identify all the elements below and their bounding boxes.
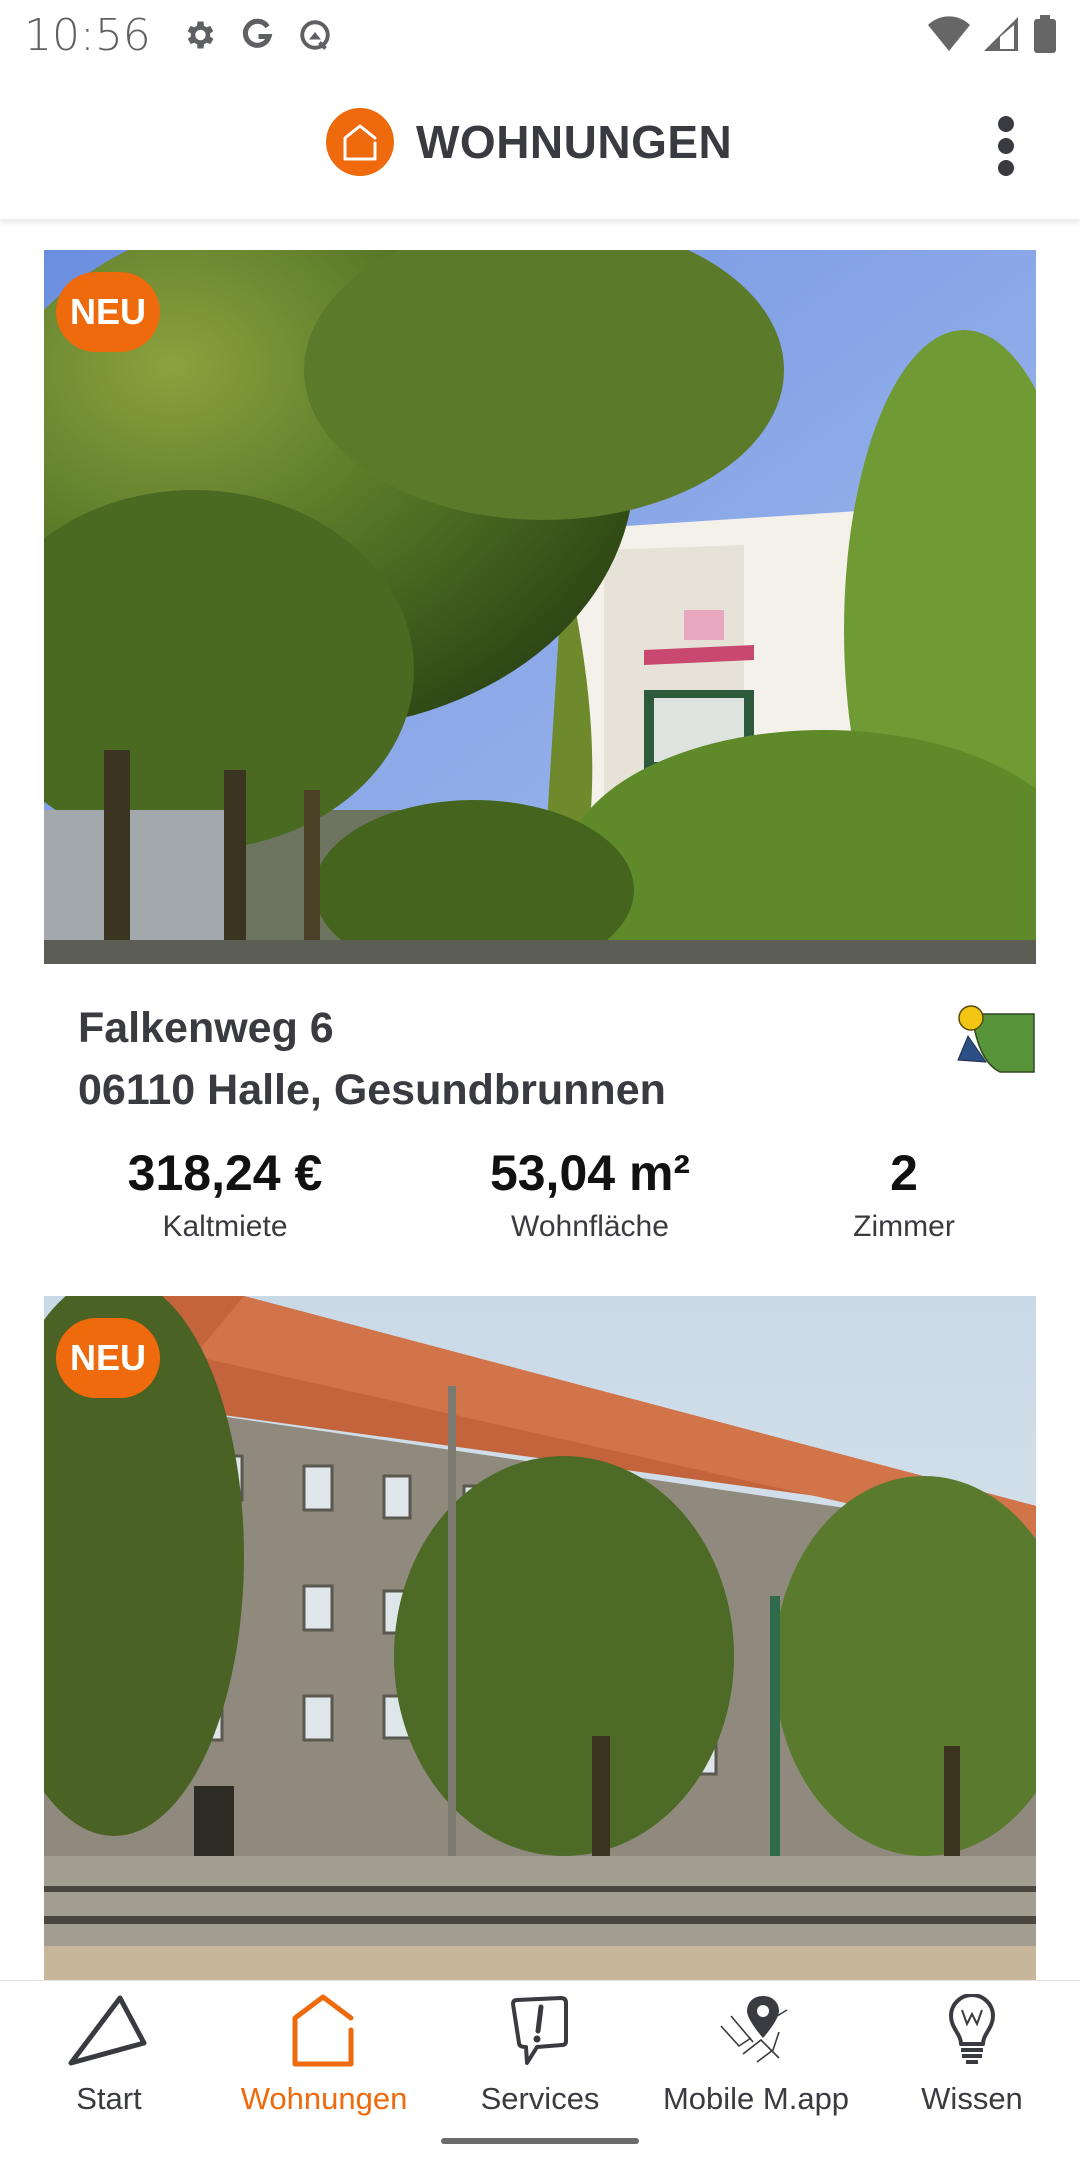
app-title-group: WOHNUNGEN [326, 108, 732, 176]
stat-area: 53,04 m² Wohnfläche [490, 1144, 690, 1244]
more-vertical-icon-dot [998, 116, 1014, 132]
nav-item-start[interactable]: Start [1, 1991, 217, 2121]
nav-label: Services [480, 2081, 600, 2116]
map-pin-icon [711, 1991, 801, 2071]
stat-label: Zimmer [853, 1210, 955, 1243]
nav-label: Wissen [921, 2081, 1023, 2116]
cell-signal-icon [984, 17, 1018, 51]
status-bar: 10:56 [0, 0, 1080, 70]
more-vertical-icon-dot [998, 160, 1014, 176]
q-beta-icon [300, 20, 330, 50]
nav-label: Mobile M.app [662, 2081, 850, 2116]
home-gesture-bar[interactable] [441, 2138, 639, 2144]
gear-icon [187, 21, 214, 49]
bottom-navigation: Start Wohnungen Services Mobile M.app Wi… [0, 1980, 1080, 2160]
listing-photo-image [44, 1296, 1036, 1980]
stat-label: Kaltmiete [162, 1210, 288, 1243]
new-badge: NEU [56, 272, 160, 352]
listing-photo[interactable]: NEU [44, 250, 1036, 964]
listing-card[interactable]: NEU [44, 1296, 1036, 1980]
listing-info[interactable]: Falkenweg 6 06110 Halle, Gesundbrunnen 3… [44, 964, 1036, 1294]
lightbulb-icon [927, 1991, 1017, 2071]
wifi-icon [928, 16, 970, 51]
stat-label: Wohnfläche [511, 1210, 669, 1243]
app-bar: WOHNUNGEN [0, 70, 1080, 220]
nav-label: Start [76, 2081, 142, 2116]
triangle-icon [64, 1991, 154, 2071]
listing-photo-image [44, 250, 1036, 964]
speech-bubble-exclamation-icon [495, 1991, 585, 2071]
listing-card[interactable]: NEU Falkenweg 6 06110 Halle, Gesundbrunn… [44, 250, 1036, 1294]
nav-item-services[interactable]: Services [432, 1991, 648, 2121]
listing-photo[interactable]: NEU [44, 1296, 1036, 1980]
more-vertical-icon-dot [998, 138, 1014, 154]
new-badge: NEU [56, 1318, 160, 1398]
status-time: 10:56 [24, 9, 151, 61]
battery-icon [1034, 15, 1056, 53]
google-icon [242, 18, 273, 48]
stat-value: 53,04 m² [489, 1145, 691, 1201]
nav-label: Wohnungen [240, 2081, 408, 2116]
status-notification-icons [181, 17, 333, 53]
stat-rooms: 2 Zimmer [853, 1144, 955, 1244]
listing-street: Falkenweg 6 [78, 1004, 334, 1052]
listing-city: 06110 Halle, Gesundbrunnen [78, 1066, 666, 1114]
stat-value: 2 [890, 1145, 918, 1201]
stat-value: 318,24 € [127, 1145, 323, 1201]
listing-list[interactable]: NEU Falkenweg 6 06110 Halle, Gesundbrunn… [0, 220, 1080, 1980]
nav-item-wohnungen[interactable]: Wohnungen [216, 1991, 432, 2121]
provider-logo-icon [957, 1005, 1035, 1073]
nav-item-wissen[interactable]: Wissen [864, 1991, 1080, 2121]
more-options-button[interactable] [994, 116, 1018, 176]
status-system-icons [926, 14, 1058, 54]
nav-item-mobile-mapp[interactable]: Mobile M.app [648, 1991, 864, 2121]
house-icon [279, 1991, 369, 2071]
page-title: WOHNUNGEN [416, 116, 733, 168]
stat-rent: 318,24 € Kaltmiete [128, 1144, 323, 1244]
house-icon [326, 108, 394, 176]
